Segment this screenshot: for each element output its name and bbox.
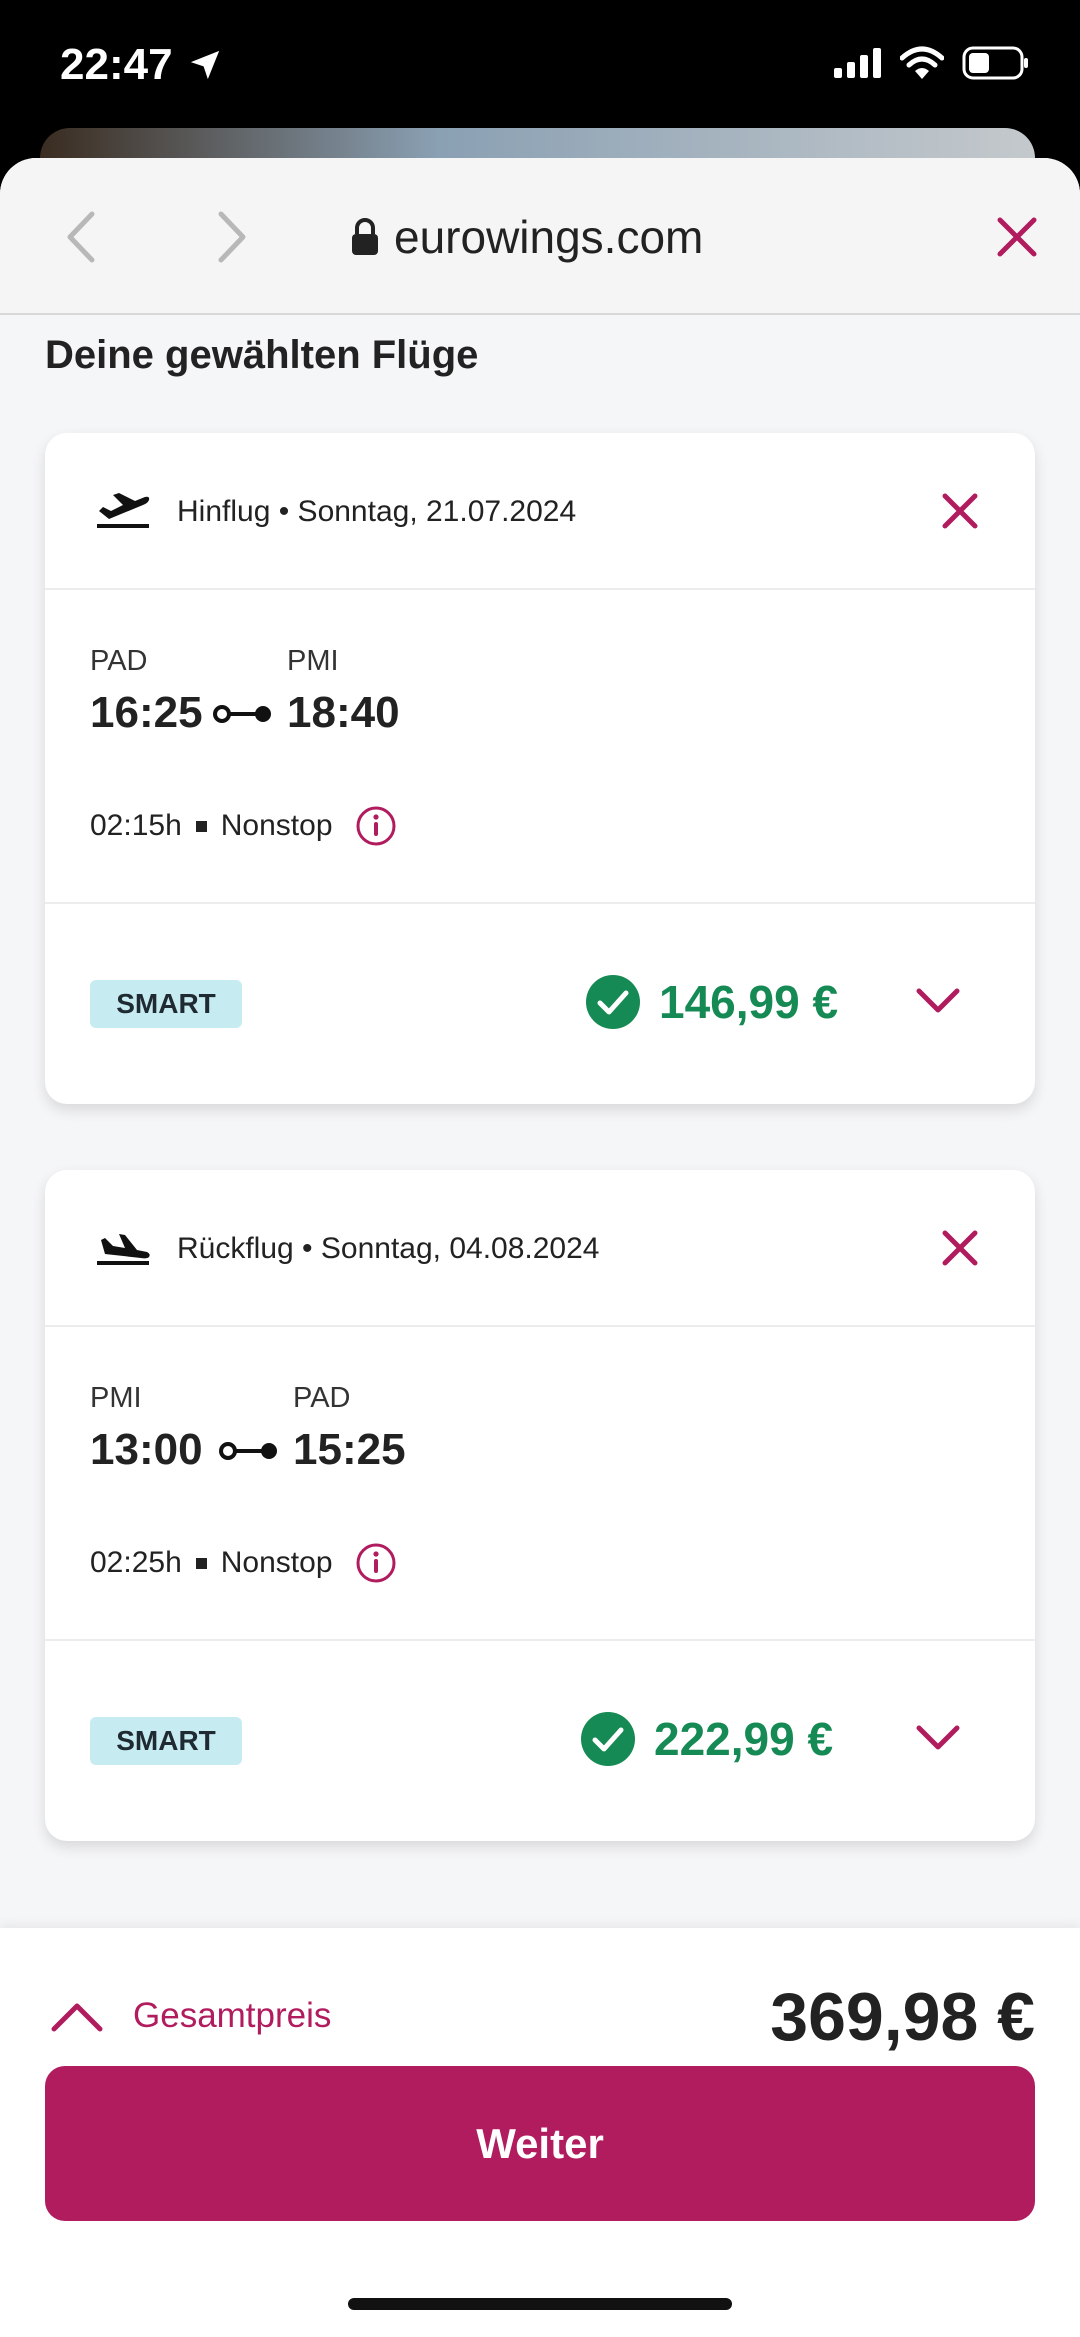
arrival-time: 18:40 — [287, 688, 400, 737]
info-icon[interactable] — [355, 1542, 397, 1584]
arrival-airport: PAD — [293, 1382, 351, 1414]
price-value: 146,99 € — [659, 976, 839, 1028]
home-indicator — [348, 2298, 732, 2310]
total-price-toggle[interactable]: Gesamtpreis — [133, 1996, 331, 2036]
flight-details: PAD PMI 16:25 18:40 02:15h Nonstop — [45, 590, 1035, 904]
route-connector-icon — [219, 1442, 277, 1460]
separator-dot — [195, 820, 207, 832]
departure-time: 13:00 — [90, 1425, 203, 1474]
url-bar[interactable]: eurowings.com — [350, 210, 703, 264]
fare-price: 222,99 € — [580, 1711, 833, 1767]
departure-time: 16:25 — [90, 688, 203, 737]
total-price-value: 369,98 € — [770, 1979, 1035, 2055]
departure-airport: PMI — [90, 1382, 142, 1414]
fare-price: 146,99 € — [585, 974, 838, 1030]
continue-button[interactable]: Weiter — [45, 2066, 1035, 2221]
flight-card-return: Rückflug • Sonntag, 04.08.2024 PMI PAD 1… — [45, 1170, 1035, 1841]
chevron-down-icon[interactable] — [915, 986, 961, 1016]
chevron-up-icon[interactable] — [50, 2000, 104, 2034]
flight-details: PMI PAD 13:00 15:25 02:25h Nonstop — [45, 1327, 1035, 1641]
check-circle-icon — [581, 1712, 635, 1766]
flight-duration: 02:15h — [90, 809, 182, 842]
forward-arrow-icon[interactable] — [205, 210, 255, 264]
remove-flight-icon[interactable] — [937, 488, 983, 534]
fare-row: SMART 222,99 € — [45, 1641, 1035, 1841]
signal-icon — [834, 48, 881, 78]
fare-badge: SMART — [90, 1717, 242, 1765]
remove-flight-icon[interactable] — [937, 1225, 983, 1271]
flight-duration-row: 02:15h Nonstop — [90, 805, 397, 847]
browser-toolbar: eurowings.com — [0, 158, 1080, 315]
arrival-airport: PMI — [287, 645, 339, 677]
url-text: eurowings.com — [394, 211, 704, 263]
back-arrow-icon[interactable] — [58, 210, 108, 264]
fare-row: SMART 146,99 € — [45, 904, 1035, 1104]
fare-badge: SMART — [90, 980, 242, 1028]
flight-title: Hinflug • Sonntag, 21.07.2024 — [177, 495, 577, 528]
price-value: 222,99 € — [654, 1713, 834, 1765]
info-icon[interactable] — [355, 805, 397, 847]
separator-dot — [195, 1557, 207, 1569]
departure-airport: PAD — [90, 645, 148, 677]
status-bar: 22:47 — [0, 0, 1080, 140]
battery-icon — [962, 46, 1028, 80]
flight-card-header: Rückflug • Sonntag, 04.08.2024 — [45, 1170, 1035, 1327]
lock-icon — [352, 218, 378, 255]
flight-duration-row: 02:25h Nonstop — [90, 1542, 397, 1584]
flight-card-header: Hinflug • Sonntag, 21.07.2024 — [45, 433, 1035, 590]
location-arrow-icon — [190, 50, 220, 80]
route-connector-icon — [213, 705, 271, 723]
status-time: 22:47 — [60, 40, 173, 89]
wifi-icon — [900, 46, 944, 79]
close-browser-icon[interactable] — [988, 208, 1046, 266]
page-title: Deine gewählten Flüge — [45, 333, 479, 377]
flight-duration: 02:25h — [90, 1546, 182, 1579]
flight-title: Rückflug • Sonntag, 04.08.2024 — [177, 1232, 600, 1265]
total-price-bar: Gesamtpreis 369,98 € Weiter — [0, 1928, 1080, 2337]
stops-label: Nonstop — [220, 1546, 333, 1579]
flight-card-outbound: Hinflug • Sonntag, 21.07.2024 PAD PMI 16… — [45, 433, 1035, 1104]
arrival-time: 15:25 — [293, 1425, 406, 1474]
browser-sheet: eurowings.com Deine gewählten Flüge Hinf… — [0, 158, 1080, 2337]
check-circle-icon — [586, 975, 640, 1029]
plane-arrival-icon — [97, 1234, 150, 1265]
chevron-down-icon[interactable] — [915, 1723, 961, 1753]
plane-departure-icon — [97, 493, 150, 528]
stops-label: Nonstop — [220, 809, 333, 842]
